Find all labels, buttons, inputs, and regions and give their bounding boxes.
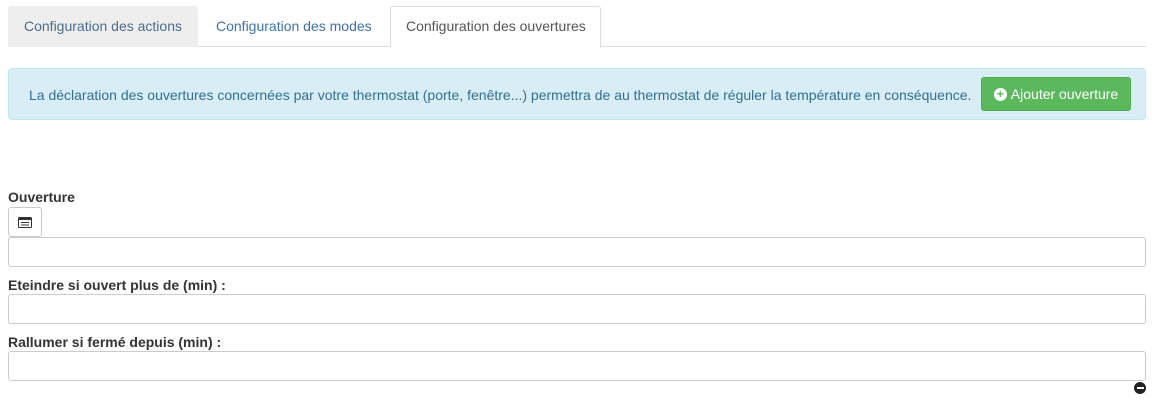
tab-configuration-modes[interactable]: Configuration des modes [200, 6, 388, 47]
add-opening-button-label: Ajouter ouverture [1010, 86, 1119, 102]
ouverture-label: Ouverture [8, 189, 75, 205]
eteindre-label: Eteindre si ouvert plus de (min) : [8, 277, 226, 293]
rallumer-input[interactable] [8, 351, 1146, 381]
page: Configuration des actions Configuration … [0, 0, 1154, 407]
remove-opening-button[interactable] [1134, 382, 1146, 394]
tab-bar: Configuration des actions Configuration … [8, 6, 1146, 48]
add-opening-button[interactable]: + Ajouter ouverture [981, 77, 1131, 111]
rallumer-label: Rallumer si fermé depuis (min) : [8, 334, 222, 350]
tab-configuration-actions[interactable]: Configuration des actions [8, 6, 198, 47]
ouverture-input[interactable] [8, 237, 1146, 267]
eteindre-input[interactable] [8, 294, 1146, 324]
plus-circle-icon: + [993, 87, 1007, 101]
alert-message: La déclaration des ouvertures concernées… [29, 87, 972, 103]
list-alt-icon [18, 216, 32, 228]
minus-circle-icon [1136, 387, 1144, 389]
select-command-button[interactable] [8, 207, 42, 237]
tab-configuration-ouvertures[interactable]: Configuration des ouvertures [390, 6, 601, 48]
info-alert: La déclaration des ouvertures concernées… [8, 68, 1146, 120]
